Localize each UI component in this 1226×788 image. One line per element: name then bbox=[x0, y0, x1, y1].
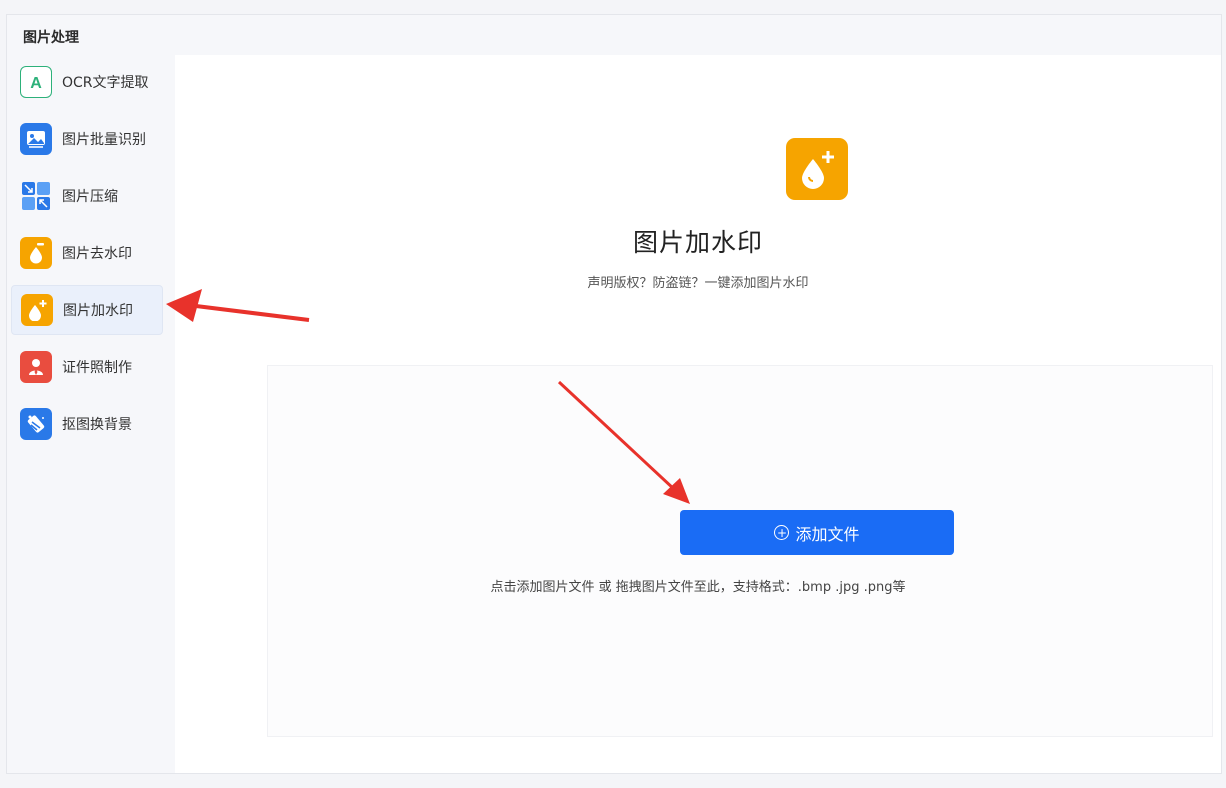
section-title: 图片处理 bbox=[23, 30, 79, 46]
cutout-icon bbox=[20, 408, 52, 440]
app-window: 图片处理 A OCR文字提取 图片批量识别 图片压缩 图片去水印 图片加水印 证… bbox=[6, 14, 1222, 774]
sidebar-item-label: 图片加水印 bbox=[63, 303, 133, 319]
svg-text:A: A bbox=[30, 75, 42, 92]
add-watermark-icon bbox=[21, 294, 53, 326]
add-watermark-icon bbox=[786, 138, 848, 200]
compress-icon bbox=[20, 180, 52, 212]
sidebar-item-remove-watermark[interactable]: 图片去水印 bbox=[11, 228, 163, 278]
add-file-button[interactable]: + 添加文件 bbox=[680, 510, 954, 555]
sidebar-item-id-photo[interactable]: 证件照制作 bbox=[11, 342, 163, 392]
sidebar-item-label: 图片压缩 bbox=[62, 189, 118, 205]
sidebar-item-image-batch[interactable]: 图片批量识别 bbox=[11, 114, 163, 164]
image-batch-icon bbox=[20, 123, 52, 155]
remove-watermark-icon bbox=[20, 237, 52, 269]
sidebar-item-label: 抠图换背景 bbox=[62, 417, 132, 433]
main-panel: 图片加水印 声明版权？防盗链？一键添加图片水印 + 添加文件 点击添加图片文件 … bbox=[175, 55, 1221, 773]
sidebar-item-label: OCR文字提取 bbox=[62, 75, 149, 91]
plus-circle-icon: + bbox=[774, 525, 790, 540]
upload-hint: 点击添加图片文件 或 拖拽图片文件至此，支持格式：.bmp .jpg .png等 bbox=[490, 580, 906, 595]
page-title: 图片加水印 bbox=[632, 228, 763, 257]
sidebar-item-label: 图片批量识别 bbox=[62, 132, 146, 148]
sidebar-item-cutout[interactable]: 抠图换背景 bbox=[11, 399, 163, 449]
id-photo-icon bbox=[20, 351, 52, 383]
sidebar: A OCR文字提取 图片批量识别 图片压缩 图片去水印 图片加水印 证件照制作 … bbox=[11, 57, 169, 773]
ocr-text-icon: A bbox=[20, 66, 52, 98]
add-file-label: 添加文件 bbox=[795, 524, 860, 544]
sidebar-item-label: 图片去水印 bbox=[62, 246, 132, 262]
sidebar-item-ocr[interactable]: A OCR文字提取 bbox=[11, 57, 163, 107]
page-subtitle: 声明版权？防盗链？一键添加图片水印 bbox=[587, 276, 809, 291]
sidebar-item-label: 证件照制作 bbox=[62, 360, 132, 376]
sidebar-item-compress[interactable]: 图片压缩 bbox=[11, 171, 163, 221]
sidebar-item-add-watermark[interactable]: 图片加水印 bbox=[11, 285, 163, 335]
